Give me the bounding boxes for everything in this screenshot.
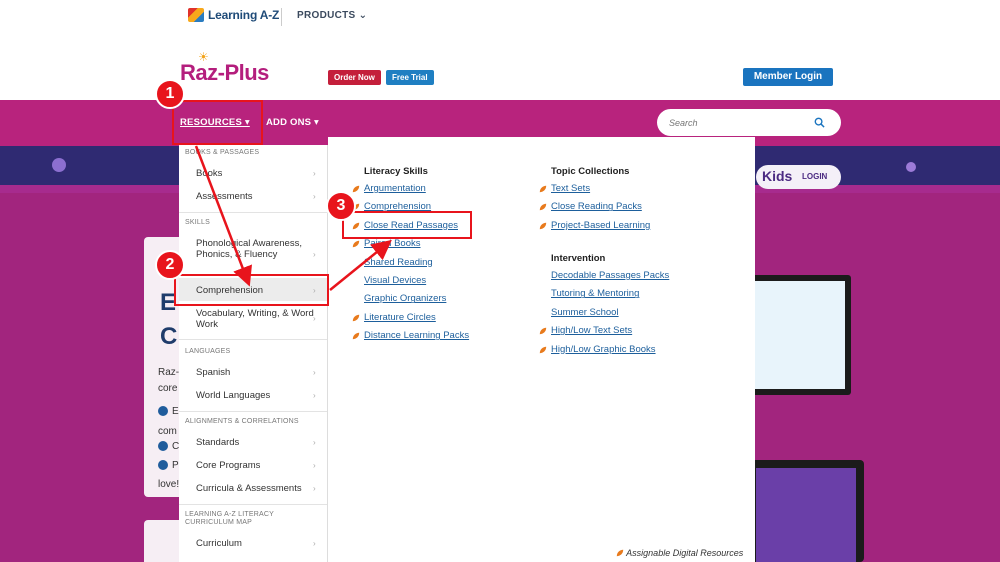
arrow-step1-to-step2	[194, 145, 252, 287]
arrow-step2-to-step3	[329, 239, 392, 291]
step-badge-2: 2	[155, 250, 185, 280]
step-badge-1: 1	[155, 79, 185, 109]
annotation-arrows	[194, 145, 392, 291]
step-badge-3: 3	[326, 191, 356, 221]
